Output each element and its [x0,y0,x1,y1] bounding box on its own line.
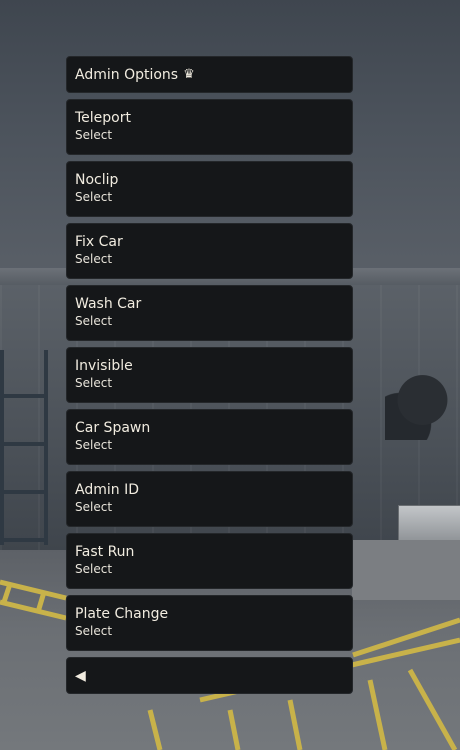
menu-item-plate-change[interactable]: Plate Change Select [66,595,353,651]
menu-item-title: Car Spawn [75,420,151,436]
menu-header: Admin Options ♛ [66,56,353,93]
menu-item-invisible[interactable]: Invisible Select [66,347,353,403]
menu-item-subtitle: Select [75,500,113,514]
menu-item-admin-id[interactable]: Admin ID Select [66,471,353,527]
menu-item-title: Noclip [75,172,119,188]
menu-item-subtitle: Select [75,376,113,390]
crown-icon: ♛ [183,67,195,82]
menu-item-subtitle: Select [75,562,113,576]
shelf-rack [0,350,48,545]
menu-item-fast-run[interactable]: Fast Run Select [66,533,353,589]
menu-item-teleport[interactable]: Teleport Select [66,99,353,155]
menu-item-fix-car[interactable]: Fix Car Select [66,223,353,279]
menu-item-subtitle: Select [75,314,113,328]
menu-item-subtitle: Select [75,624,113,638]
menu-item-wash-car[interactable]: Wash Car Select [66,285,353,341]
menu-item-title: Invisible [75,358,133,374]
menu-item-title: Fast Run [75,544,135,560]
menu-item-title: Teleport [75,110,131,126]
menu-item-subtitle: Select [75,128,113,142]
admin-menu: Admin Options ♛ Teleport Select Noclip S… [66,56,353,694]
menu-item-car-spawn[interactable]: Car Spawn Select [66,409,353,465]
menu-item-title: Wash Car [75,296,142,312]
menu-item-title: Admin ID [75,482,139,498]
tire-stack [385,360,460,440]
metal-crate [398,505,460,543]
back-arrow-icon: ◀ [75,667,86,684]
menu-item-noclip[interactable]: Noclip Select [66,161,353,217]
back-button[interactable]: ◀ [66,657,353,694]
menu-title: Admin Options [75,66,179,83]
menu-item-subtitle: Select [75,190,113,204]
menu-item-title: Fix Car [75,234,123,250]
menu-item-title: Plate Change [75,606,169,622]
menu-item-subtitle: Select [75,252,113,266]
menu-item-subtitle: Select [75,438,113,452]
